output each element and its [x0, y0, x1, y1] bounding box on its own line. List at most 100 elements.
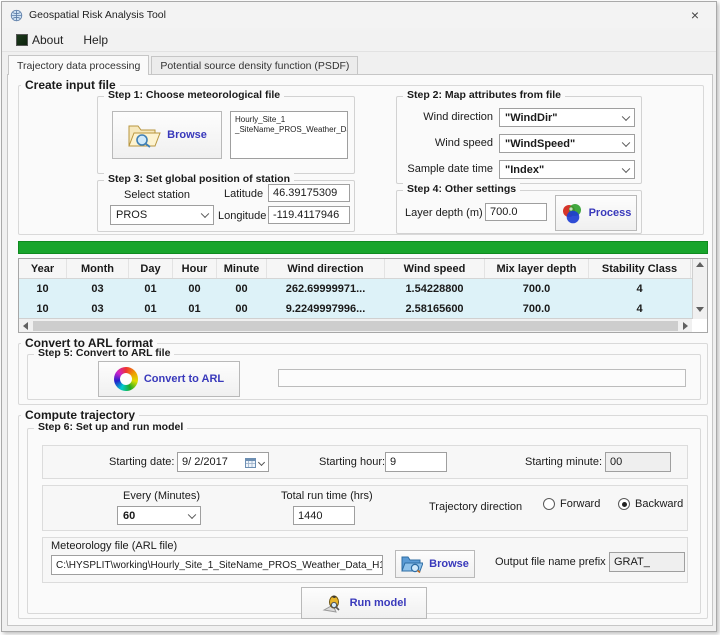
starting-hour-field[interactable]: 9	[385, 452, 447, 472]
backward-radio[interactable]: Backward	[618, 498, 683, 510]
latitude-value: 46.39175309	[273, 187, 337, 199]
layer-depth-label: Layer depth (m)	[405, 207, 483, 219]
col-mix-layer-depth: Mix layer depth	[485, 259, 589, 278]
blue-folder-search-icon	[401, 555, 423, 573]
compute-title: Compute trajectory	[21, 408, 139, 422]
weather-data-table[interactable]: Year Month Day Hour Minute Wind directio…	[18, 258, 708, 333]
about-icon	[16, 34, 28, 46]
output-prefix-value: GRAT_	[614, 556, 650, 568]
run-model-button[interactable]: Run model	[301, 587, 427, 619]
app-window: Geospatial Risk Analysis Tool × About He…	[1, 1, 717, 632]
menu-bar: About Help	[2, 28, 716, 52]
chevron-down-icon	[188, 510, 196, 518]
starting-date-value: 9/ 2/2017	[182, 456, 228, 468]
table-row[interactable]: 10 03 01 01 00 9.2249997996... 2.5816560…	[19, 299, 707, 319]
forward-label: Forward	[560, 498, 600, 510]
layer-depth-value: 700.0	[490, 206, 518, 218]
step3-title: Step 3: Set global position of station	[104, 173, 294, 185]
browse-arl-label: Browse	[429, 558, 469, 570]
tab-trajectory-data-processing[interactable]: Trajectory data processing	[8, 55, 149, 75]
menu-help-label: Help	[83, 33, 108, 47]
run-model-label: Run model	[350, 597, 407, 609]
latitude-label: Latitude	[224, 188, 263, 200]
browse-met-file-button[interactable]: Browse	[112, 111, 222, 159]
layer-depth-field[interactable]: 700.0	[485, 203, 547, 221]
tab-strip: Trajectory data processing Potential sou…	[8, 54, 710, 75]
total-run-time-value: 1440	[298, 510, 322, 522]
starting-minute-label: Starting minute:	[525, 456, 602, 468]
tab-psdf[interactable]: Potential source density function (PSDF)	[151, 56, 358, 75]
process-progress-bar	[18, 241, 708, 254]
convert-progress-bar	[278, 369, 686, 387]
longitude-field[interactable]: -119.4117946	[268, 206, 350, 224]
every-minutes-value: 60	[123, 510, 135, 522]
col-year: Year	[19, 259, 67, 278]
run-model-icon	[322, 592, 344, 614]
table-horizontal-scrollbar[interactable]	[19, 318, 692, 332]
convert-arl-group: Convert to ARL format Step 5: Convert to…	[18, 343, 708, 405]
sample-datetime-value: "Index"	[505, 164, 544, 176]
calendar-icon[interactable]	[245, 457, 256, 468]
table-vertical-scrollbar[interactable]	[692, 259, 707, 319]
run-settings-frame: Every (Minutes) 60 Total run time (hrs) …	[42, 485, 688, 531]
table-header-row: Year Month Day Hour Minute Wind directio…	[19, 259, 707, 279]
met-file-path-field[interactable]: C:\HYSPLIT\working\Hourly_Site_1_SiteNam…	[51, 555, 383, 575]
title-bar: Geospatial Risk Analysis Tool ×	[2, 2, 716, 28]
wind-speed-value: "WindSpeed"	[505, 138, 575, 150]
step1-title: Step 1: Choose meteorological file	[104, 89, 284, 101]
every-minutes-select[interactable]: 60	[117, 506, 201, 525]
met-file-path-value: C:\HYSPLIT\working\Hourly_Site_1_SiteNam…	[56, 560, 383, 571]
browse-arl-file-button[interactable]: Browse	[395, 550, 475, 578]
menu-about-label: About	[32, 33, 63, 47]
forward-radio[interactable]: Forward	[543, 498, 600, 510]
radio-selected-icon	[618, 498, 630, 510]
folder-search-icon	[127, 121, 161, 149]
station-value: PROS	[116, 209, 147, 221]
col-hour: Hour	[173, 259, 217, 278]
step6-title: Step 6: Set up and run model	[34, 421, 187, 433]
wind-speed-select[interactable]: "WindSpeed"	[499, 134, 635, 153]
output-prefix-label: Output file name prefix	[495, 556, 606, 568]
output-prefix-field[interactable]: GRAT_	[609, 552, 685, 572]
scroll-down-icon[interactable]	[696, 307, 704, 312]
tab-page-trajectory: Create input file Step 1: Choose meteoro…	[7, 74, 713, 626]
col-day: Day	[129, 259, 173, 278]
every-minutes-label: Every (Minutes)	[123, 490, 200, 502]
chevron-down-icon	[622, 138, 630, 146]
total-run-time-field[interactable]: 1440	[293, 506, 355, 525]
chevron-down-icon[interactable]	[258, 458, 265, 465]
process-label: Process	[589, 207, 632, 219]
sample-datetime-label: Sample date time	[407, 163, 493, 175]
col-stability-class: Stability Class	[589, 259, 691, 278]
station-select[interactable]: PROS	[110, 205, 214, 225]
backward-label: Backward	[635, 498, 683, 510]
step5-title: Step 5: Convert to ARL file	[34, 347, 174, 359]
chevron-down-icon	[622, 112, 630, 120]
starting-minute-field[interactable]: 00	[605, 452, 671, 472]
scroll-up-icon[interactable]	[696, 262, 704, 267]
close-button[interactable]: ×	[674, 2, 716, 28]
table-row[interactable]: 10 03 01 00 00 262.69999971... 1.5422880…	[19, 279, 707, 299]
create-input-group: Create input file Step 1: Choose meteoro…	[18, 85, 704, 235]
scroll-right-icon[interactable]	[683, 322, 688, 330]
menu-help[interactable]: Help	[75, 30, 116, 50]
app-icon	[10, 9, 23, 22]
met-csv-line1: Hourly_Site_1	[235, 115, 343, 125]
longitude-value: -119.4117946	[273, 209, 339, 221]
col-wind-speed: Wind speed	[385, 259, 485, 278]
process-button[interactable]: Process	[555, 195, 637, 231]
scroll-left-icon[interactable]	[23, 322, 28, 330]
total-run-time-label: Total run time (hrs)	[281, 490, 373, 502]
longitude-label: Longitude	[218, 210, 266, 222]
trajectory-direction-label: Trajectory direction	[429, 501, 522, 513]
scrollbar-thumb[interactable]	[33, 321, 678, 331]
met-csv-filename-field: Hourly_Site_1 _SiteName_PROS_Weather_Dat…	[230, 111, 348, 159]
latitude-field[interactable]: 46.39175309	[268, 184, 350, 202]
convert-to-arl-button[interactable]: Convert to ARL	[98, 361, 240, 397]
starting-date-picker[interactable]: 9/ 2/2017	[177, 452, 269, 472]
sample-datetime-select[interactable]: "Index"	[499, 160, 635, 179]
step4-group: Step 4: Other settings Layer depth (m) 7…	[396, 190, 642, 234]
wind-direction-select[interactable]: "WindDir"	[499, 108, 635, 127]
menu-about[interactable]: About	[8, 30, 71, 50]
step6-group: Step 6: Set up and run model Starting da…	[27, 428, 701, 614]
